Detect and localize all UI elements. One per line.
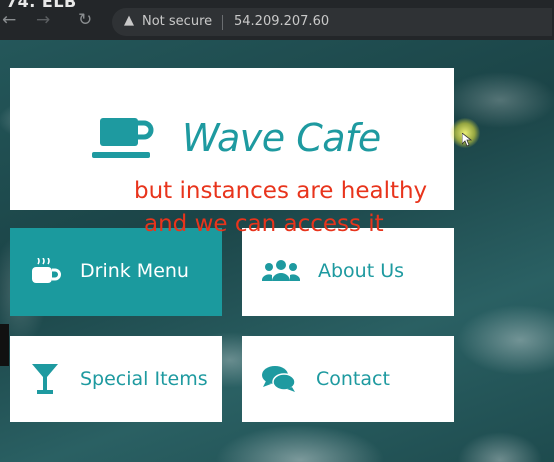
mouse-pointer-icon (461, 132, 473, 151)
address-divider (222, 15, 223, 30)
tile-label[interactable]: About Us (318, 260, 404, 282)
cocktail-icon (32, 364, 58, 398)
url-host[interactable]: 54.209.207.60 (234, 14, 329, 29)
tile-contact[interactable]: Contact (242, 336, 454, 422)
tile-about-us[interactable]: About Us (242, 228, 454, 316)
tile-label[interactable]: Drink Menu (80, 260, 189, 282)
address-bar[interactable]: ▲ Not secure 54.209.207.60 (112, 8, 552, 36)
forward-arrow-icon[interactable]: → (36, 10, 50, 30)
security-status[interactable]: Not secure (142, 14, 212, 29)
tile-label[interactable]: Contact (316, 368, 390, 390)
reload-icon[interactable]: ↻ (78, 10, 92, 30)
back-arrow-icon[interactable]: ← (2, 10, 16, 30)
browser-toolbar: 74. ELB ← → ↻ ▲ Not secure 54.209.207.60 (0, 0, 554, 40)
coffee-cup-icon (30, 257, 62, 290)
caption-line-1: but instances are healthy (134, 178, 428, 204)
side-panel-tab[interactable] (0, 324, 9, 366)
warning-icon[interactable]: ▲ (124, 13, 134, 28)
tile-drink-menu[interactable]: Drink Menu (10, 228, 222, 316)
tile-special-items[interactable]: Special Items (10, 336, 222, 422)
users-icon (261, 260, 301, 286)
comments-icon (262, 366, 296, 396)
caption-line-2: and we can access it (144, 211, 384, 237)
tile-label[interactable]: Special Items (80, 368, 208, 390)
brand-name[interactable]: Wave Cafe (182, 116, 381, 160)
coffee-cup-icon (92, 118, 154, 164)
